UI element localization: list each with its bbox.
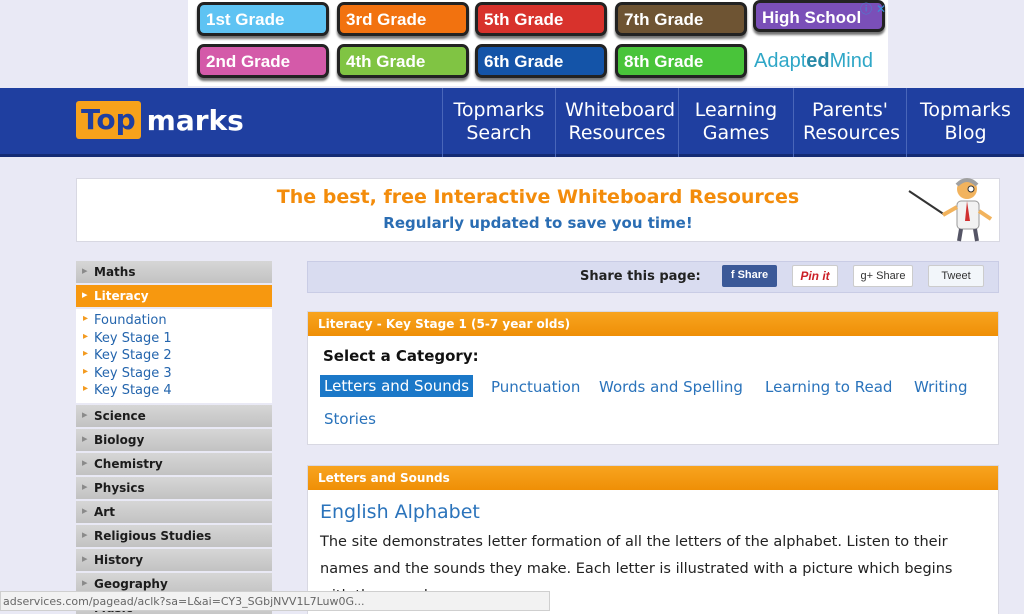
site-header: Top marks Topmarks Search Whiteboard Resou… [0,88,1024,157]
category-link[interactable]: Words and Spelling [599,378,743,396]
category-link[interactable]: Writing [914,378,968,396]
ad-grade-button[interactable]: 6th Grade [475,44,607,78]
ad-banner[interactable]: 1st Grade 3rd Grade 5th Grade 7th Grade … [188,0,888,86]
banner-subtitle: Regularly updated to save you time! [383,214,693,232]
sidebar-subitem[interactable]: Key Stage 3 [76,366,272,384]
nav-label: Games [702,122,770,144]
nav-label: Whiteboard [565,99,676,121]
browser-status-bar: adservices.com/pagead/aclk?sa=L&ai=CY3_S… [0,591,550,611]
nav-topmarks-blog[interactable]: Topmarks Blog [906,88,1024,157]
category-panel-header: Literacy - Key Stage 1 (5-7 year olds) [308,312,998,336]
category-link[interactable]: Punctuation [491,378,580,396]
ad-grade-button[interactable]: 1st Grade [197,2,329,36]
facebook-share-button[interactable]: f Share [722,265,777,287]
sidebar-subitem[interactable]: Foundation [76,313,272,331]
ad-brand-part: Mind [829,50,873,72]
nav-label: Blog [944,122,987,144]
category-link[interactable]: Learning to Read [765,378,892,396]
ad-grade-button[interactable]: 3rd Grade [337,2,469,36]
main-nav: Topmarks Search Whiteboard Resources Learn… [442,88,1024,157]
topmarks-logo[interactable]: Top marks [76,101,244,139]
category-link[interactable]: Letters and Sounds [320,375,474,397]
google-plus-share-button[interactable]: g+ Share [853,265,913,287]
ad-close-icon[interactable]: ⓘ ✕ [860,0,886,17]
sidebar-subitem[interactable]: Key Stage 2 [76,348,272,366]
resource-title-link[interactable]: English Alphabet [320,501,480,523]
nav-topmarks-search[interactable]: Topmarks Search [442,88,555,157]
nav-label: Search [466,122,532,144]
subject-sidebar: Maths Literacy Foundation Key Stage 1 Ke… [76,261,272,614]
ad-grade-button[interactable]: 8th Grade [615,44,747,78]
share-bar: Share this page: f Share Pin it g+ Share… [307,261,999,293]
sidebar-subitem[interactable]: Key Stage 4 [76,383,272,401]
nav-label: Resources [568,122,666,144]
share-label: Share this page: [580,269,701,284]
logo-top-text: Top [76,101,141,139]
sidebar-submenu: Foundation Key Stage 1 Key Stage 2 Key S… [76,309,272,403]
ad-grade-button[interactable]: 7th Grade [615,2,747,36]
sidebar-item-literacy[interactable]: Literacy [76,285,272,307]
ad-brand-logo[interactable]: AdaptedMind [754,50,873,73]
nav-label: Resources [803,122,901,144]
nav-label: Topmarks [920,99,1011,121]
sidebar-item[interactable]: Science [76,404,272,427]
nav-label: Topmarks [453,99,545,121]
sidebar-item-maths[interactable]: Maths [76,261,272,283]
sidebar-item[interactable]: Religious Studies [76,524,272,547]
sidebar-item[interactable]: Chemistry [76,452,272,475]
sidebar-item[interactable]: Art [76,500,272,523]
resource-panel-header: Letters and Sounds [308,466,998,490]
category-link[interactable]: Stories [324,410,376,428]
promo-banner: The best, free Interactive Whiteboard Re… [76,178,1000,242]
select-category-title: Select a Category: [323,347,479,365]
twitter-tweet-button[interactable]: Tweet [928,265,984,287]
sidebar-item[interactable]: Physics [76,476,272,499]
category-panel: Literacy - Key Stage 1 (5-7 year olds) S… [307,311,999,445]
ad-grade-button[interactable]: 4th Grade [337,44,469,78]
banner-title: The best, free Interactive Whiteboard Re… [276,186,800,208]
nav-label: Learning [694,99,778,121]
ad-grade-button[interactable]: 2nd Grade [197,44,329,78]
sidebar-item[interactable]: Biology [76,428,272,451]
nav-parents-resources[interactable]: Parents' Resources [793,88,906,157]
sidebar-subitem[interactable]: Key Stage 1 [76,331,272,349]
nav-label: Parents' [812,99,888,121]
ad-brand-part: ed [806,50,830,72]
logo-marks-text: marks [146,103,244,137]
pinterest-button[interactable]: Pin it [792,265,838,287]
nav-whiteboard-resources[interactable]: Whiteboard Resources [555,88,678,157]
ad-brand-part: Adapt [754,50,807,72]
nav-learning-games[interactable]: Learning Games [678,88,793,157]
sidebar-item[interactable]: History [76,548,272,571]
teacher-illustration-icon [908,178,993,242]
ad-grade-button[interactable]: 5th Grade [475,2,607,36]
